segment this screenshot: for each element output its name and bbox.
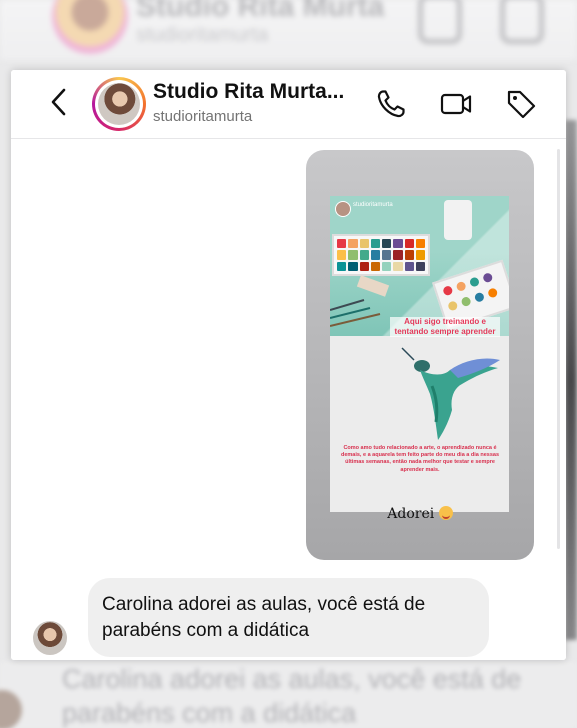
eraser — [356, 275, 390, 297]
story-caption-bottom: Como amo tudo relacionado a arte, o apre… — [340, 445, 500, 473]
blurred-avatar-small — [0, 690, 22, 728]
blurred-phone-icon — [418, 0, 462, 44]
scrollbar[interactable] — [557, 149, 560, 549]
blurred-footer: Carolina adorei as aulas, você está de p… — [0, 662, 577, 728]
avatar-photo — [98, 83, 140, 125]
hummingbird-illustration — [401, 347, 500, 440]
chat-title[interactable]: Studio Rita Murta... — [153, 80, 344, 104]
blurred-side-strip — [565, 120, 577, 640]
tag-button[interactable] — [504, 87, 538, 121]
story-reply-bubble[interactable]: studioritamurta Aqui sigo treinando e te… — [306, 150, 534, 560]
dm-card: Studio Rita Murta... studioritamurta stu… — [11, 70, 566, 660]
smiling-face-with-hearts-icon — [438, 506, 453, 520]
story-username: studioritamurta — [353, 202, 393, 208]
video-call-button[interactable] — [439, 87, 473, 121]
tag-icon — [507, 90, 536, 119]
video-camera-icon — [440, 93, 472, 115]
blurred-username: studioritamurta — [136, 24, 269, 46]
chevron-left-icon — [51, 88, 66, 116]
water-cup — [444, 200, 472, 240]
blurred-header: Studio Rita Murta studioritamurta — [0, 0, 577, 60]
sender-avatar[interactable] — [33, 621, 67, 655]
story-caption-top: Aqui sigo treinando e tentando sempre ap… — [390, 317, 500, 337]
story-preview[interactable]: studioritamurta Aqui sigo treinando e te… — [330, 196, 509, 512]
chat-header: Studio Rita Murta... studioritamurta — [11, 70, 566, 139]
story-reply-text: Adorei — [306, 506, 534, 522]
blurred-title: Studio Rita Murta — [136, 0, 385, 23]
story-avatar — [335, 201, 351, 217]
reply-text: Adorei — [387, 506, 435, 522]
brushes — [330, 299, 381, 327]
profile-avatar[interactable] — [92, 77, 146, 131]
story-photo: studioritamurta — [330, 196, 509, 336]
back-button[interactable] — [45, 85, 75, 119]
watercolor-palette — [332, 234, 430, 276]
blurred-avatar — [52, 0, 128, 54]
blurred-video-icon — [500, 0, 544, 44]
phone-icon — [377, 90, 405, 118]
message-thread[interactable]: studioritamurta Aqui sigo treinando e te… — [11, 139, 566, 660]
blurred-message: Carolina adorei as aulas, você está de p… — [62, 664, 522, 728]
chat-username: studioritamurta — [153, 108, 253, 125]
call-button[interactable] — [374, 87, 408, 121]
message-bubble[interactable]: Carolina adorei as aulas, você está de p… — [88, 578, 489, 657]
